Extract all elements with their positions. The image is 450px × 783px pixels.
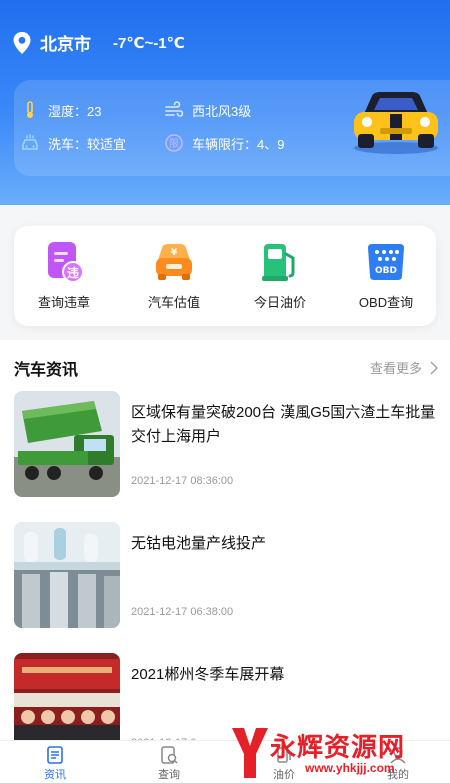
tab-news[interactable]: 资讯 [25, 745, 85, 782]
news-icon [47, 746, 63, 764]
city-name[interactable]: 北京市 [40, 30, 91, 55]
tab-label: 资讯 [44, 769, 66, 781]
obd-badge: OBD [375, 266, 397, 276]
quick-action-label: 汽车估值 [147, 295, 200, 310]
news-item[interactable]: 区域保有量突破200台 漢風G5国六渣土车批量交付上海用户 2021-12-17… [14, 391, 444, 497]
watermark-url: www.yhkjjj.com [305, 761, 395, 775]
car-wash-icon [22, 134, 38, 150]
quick-action-label: 查询违章 [37, 295, 90, 310]
news-time: 2021-12-17 06:38:00 [131, 606, 234, 618]
chevron-right-icon [430, 360, 439, 375]
view-more-label: 查看更多 [369, 361, 422, 376]
restriction-item: 限 车辆限行：4、9 [164, 133, 284, 153]
car-wash-item: 洗车：较适宜 [20, 133, 126, 153]
restriction-icon: 限 [165, 134, 183, 152]
obd-device-icon: OBD [368, 244, 404, 280]
location-pin-icon [13, 31, 31, 54]
violation-badge: 违 [67, 265, 79, 280]
quick-actions-card: 违 查询违章 ¥ 汽车估值 今日油价 OBD OBD查询 [14, 226, 436, 326]
fuel-pump-icon [262, 244, 295, 281]
quick-action-obd[interactable]: OBD OBD查询 [336, 240, 436, 311]
news-title: 无钴电池量产线投产 [131, 535, 267, 552]
news-section: 汽车资讯 查看更多 区域保有量突破200台 漢風G5国六渣土车批量交付上海用户 … [0, 340, 450, 759]
valuation-badge: ¥ [171, 248, 178, 258]
tab-label: 查询 [158, 769, 180, 781]
news-title: 区域保有量突破200台 漢風G5国六渣土车批量交付上海用户 [131, 404, 436, 445]
temperature-range: -7℃~-1℃ [113, 34, 185, 52]
wind-text: 西北风3级 [192, 103, 252, 119]
quick-action-label: 今日油价 [253, 295, 306, 310]
quick-action-violation[interactable]: 违 查询违章 [14, 240, 114, 311]
car-wash-text: 洗车：较适宜 [48, 136, 127, 152]
quick-action-fuel[interactable]: 今日油价 [230, 240, 330, 311]
svg-text:限: 限 [169, 138, 179, 150]
humidity-item: 湿度：23 [20, 100, 101, 120]
weather-header: 北京市 -7℃~-1℃ 湿度：23 西北风3级 洗车：较适宜 限 车辆限行：4、… [0, 0, 450, 205]
watermark-brand: 永辉资源网 [270, 732, 406, 762]
thermometer-icon [27, 101, 33, 118]
restriction-text: 车辆限行：4、9 [192, 136, 285, 152]
tab-query[interactable]: 查询 [139, 745, 199, 782]
query-icon [161, 746, 178, 764]
news-item[interactable]: 无钴电池量产线投产 2021-12-17 06:38:00 [14, 522, 444, 628]
humidity-text: 湿度：23 [48, 103, 102, 119]
location-row[interactable]: 北京市 -7℃~-1℃ [12, 30, 185, 55]
news-time: 2021-12-17 08:36:00 [131, 475, 234, 487]
wind-item: 西北风3级 [164, 100, 251, 120]
car-illustration [354, 92, 438, 154]
car-valuation-icon: ¥ [156, 244, 192, 280]
news-title: 2021郴州冬季车展开幕 [131, 666, 285, 683]
quick-action-label: OBD查询 [358, 295, 414, 310]
wind-icon [165, 101, 184, 117]
news-section-title: 汽车资讯 [14, 362, 79, 379]
quick-action-valuation[interactable]: ¥ 汽车估值 [124, 240, 224, 311]
news-thumbnail [14, 522, 120, 628]
view-more-link[interactable]: 查看更多 [370, 358, 440, 377]
news-thumbnail [14, 391, 120, 497]
violation-query-icon: 违 [48, 242, 84, 283]
